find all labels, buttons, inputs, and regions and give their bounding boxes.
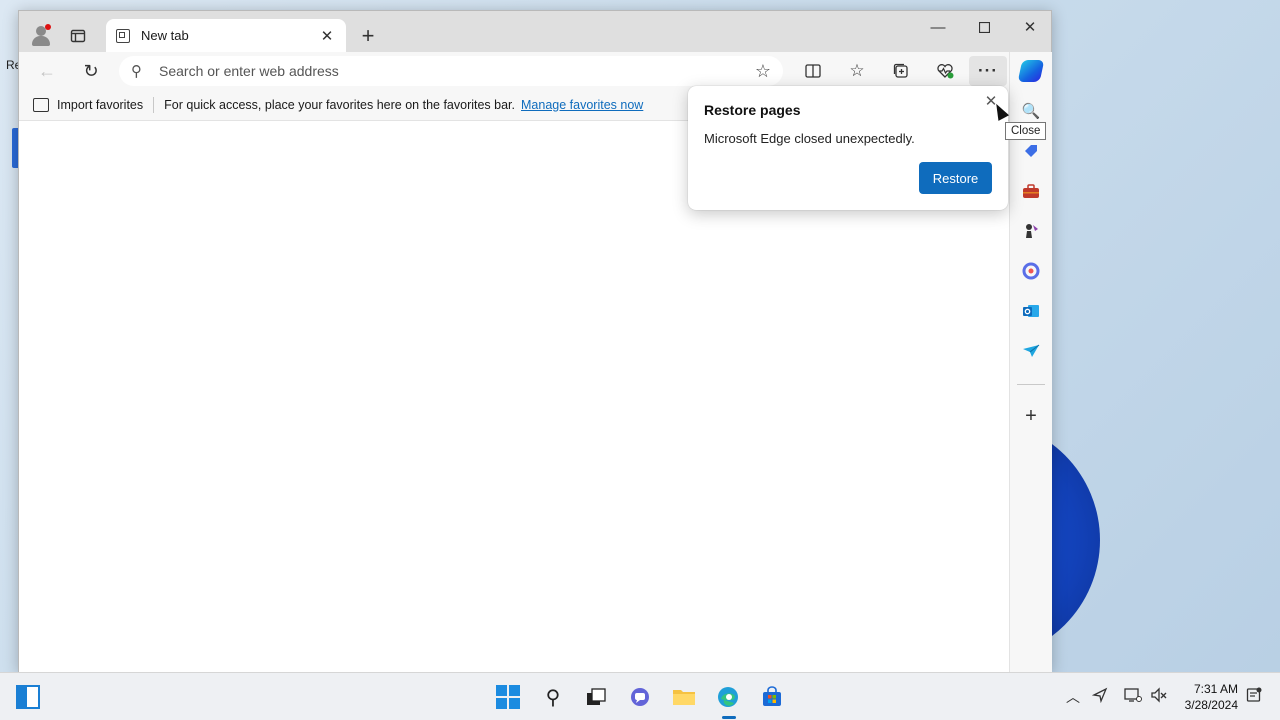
shopping-button[interactable] bbox=[1019, 139, 1043, 163]
network-button[interactable] bbox=[1124, 687, 1142, 706]
edge-sidebar: 🔍 + bbox=[1009, 52, 1052, 672]
games-button[interactable] bbox=[1019, 219, 1043, 243]
back-button[interactable]: ← bbox=[35, 59, 59, 83]
file-explorer-button[interactable] bbox=[672, 685, 696, 709]
toolbox-icon bbox=[1023, 183, 1039, 198]
new-tab-icon bbox=[116, 28, 130, 43]
search-icon: 🔍 bbox=[1021, 103, 1041, 120]
chess-piece-icon bbox=[1026, 224, 1038, 238]
tab-actions-button[interactable] bbox=[67, 25, 89, 47]
search-icon: ⚲ bbox=[131, 63, 142, 80]
microsoft365-button[interactable] bbox=[1019, 259, 1043, 283]
address-input[interactable] bbox=[159, 63, 755, 79]
add-sidebar-app-button[interactable]: + bbox=[1019, 404, 1043, 428]
favorites-icon: ☆ bbox=[849, 61, 865, 80]
chevron-up-icon: ︿ bbox=[1066, 689, 1080, 705]
new-tab-button[interactable]: + bbox=[357, 23, 379, 48]
edge-taskbar-button[interactable] bbox=[716, 685, 740, 709]
active-app-indicator bbox=[722, 716, 736, 719]
maximize-button[interactable] bbox=[961, 11, 1007, 43]
notifications-button[interactable] bbox=[1246, 687, 1262, 706]
favorites-bar-message: For quick access, place your favorites h… bbox=[164, 97, 516, 112]
refresh-button[interactable]: ↻ bbox=[79, 59, 103, 83]
teams-chat-button[interactable] bbox=[628, 685, 652, 709]
speaker-muted-icon bbox=[1151, 687, 1167, 703]
tab-title: New tab bbox=[141, 28, 189, 43]
outlook-button[interactable] bbox=[1019, 299, 1043, 323]
copilot-icon bbox=[1017, 60, 1045, 82]
settings-more-button[interactable]: ··· bbox=[969, 56, 1007, 86]
volume-button[interactable] bbox=[1150, 687, 1168, 706]
toolbar: ← ↻ ⚲ ☆ ☆ ··· bbox=[19, 52, 1051, 89]
address-bar[interactable]: ⚲ ☆ bbox=[119, 56, 783, 86]
import-favorites-button[interactable]: Import favorites bbox=[19, 97, 144, 112]
task-view-button[interactable] bbox=[584, 685, 608, 709]
tab-actions-icon bbox=[70, 29, 86, 43]
shopping-tag-icon bbox=[1025, 145, 1037, 157]
import-favorites-label: Import favorites bbox=[57, 97, 144, 112]
clock[interactable]: 7:31 AM 3/28/2024 bbox=[1185, 681, 1238, 713]
collections-button[interactable] bbox=[889, 59, 913, 83]
notification-icon bbox=[1246, 687, 1262, 702]
profile-button[interactable] bbox=[27, 21, 55, 49]
store-icon bbox=[763, 686, 781, 706]
maximize-icon bbox=[978, 21, 990, 33]
location-button[interactable] bbox=[1091, 687, 1108, 706]
show-hidden-icons-button[interactable]: ︿ bbox=[1066, 687, 1080, 707]
import-icon bbox=[33, 97, 49, 112]
notification-dot bbox=[45, 24, 51, 30]
copilot-button[interactable] bbox=[1017, 59, 1045, 83]
sidebar-search-button[interactable]: 🔍 bbox=[1019, 99, 1043, 123]
close-tooltip: Close bbox=[1005, 122, 1047, 140]
tab-close-icon[interactable]: ✕ bbox=[318, 27, 336, 45]
more-icon: ··· bbox=[978, 61, 998, 80]
task-view-icon bbox=[587, 688, 606, 705]
clock-time: 7:31 AM bbox=[1193, 682, 1238, 696]
window-close-button[interactable]: ✕ bbox=[1007, 11, 1053, 43]
drop-button[interactable] bbox=[1019, 339, 1043, 363]
widgets-button[interactable] bbox=[16, 685, 40, 709]
minimize-button[interactable]: — bbox=[915, 11, 961, 43]
start-button[interactable] bbox=[496, 685, 520, 709]
outlook-icon bbox=[1023, 305, 1039, 317]
tab-new-tab[interactable]: New tab ✕ bbox=[106, 19, 346, 52]
chat-icon bbox=[631, 688, 649, 706]
heart-pulse-icon bbox=[937, 64, 954, 79]
clock-date: 3/28/2024 bbox=[1184, 698, 1238, 712]
sidebar-divider bbox=[1017, 384, 1045, 385]
widgets-icon bbox=[16, 685, 40, 709]
microsoft-store-button[interactable] bbox=[760, 685, 784, 709]
restore-pages-dialog: Restore pages Microsoft Edge closed unex… bbox=[688, 86, 1008, 210]
drop-paper-plane-icon bbox=[1023, 344, 1040, 357]
tools-button[interactable] bbox=[1019, 179, 1043, 203]
title-bar: New tab ✕ + — ✕ bbox=[19, 11, 1051, 52]
edge-icon bbox=[718, 687, 738, 707]
split-screen-icon bbox=[805, 64, 821, 78]
taskbar: ⚲ ︿ 7:31 AM 3/28/2024 bbox=[0, 672, 1280, 720]
split-screen-button[interactable] bbox=[801, 59, 825, 83]
collections-icon bbox=[893, 63, 908, 78]
add-icon: + bbox=[1025, 404, 1037, 427]
divider bbox=[153, 96, 155, 113]
restore-button[interactable]: Restore bbox=[919, 162, 992, 194]
favorites-button[interactable]: ☆ bbox=[845, 59, 869, 83]
favorite-star-icon[interactable]: ☆ bbox=[755, 61, 771, 82]
location-arrow-icon bbox=[1091, 687, 1108, 704]
manage-favorites-link[interactable]: Manage favorites now bbox=[521, 98, 643, 112]
search-icon: ⚲ bbox=[545, 686, 561, 709]
network-icon bbox=[1124, 688, 1142, 702]
avatar-body bbox=[32, 36, 50, 46]
dialog-message: Microsoft Edge closed unexpectedly. bbox=[704, 131, 915, 146]
folder-icon bbox=[673, 690, 695, 705]
dialog-title: Restore pages bbox=[704, 102, 801, 118]
taskbar-search-button[interactable]: ⚲ bbox=[541, 685, 565, 709]
browser-essentials-button[interactable] bbox=[933, 59, 957, 83]
windows-logo-icon bbox=[496, 685, 520, 709]
microsoft365-icon bbox=[1022, 262, 1040, 280]
